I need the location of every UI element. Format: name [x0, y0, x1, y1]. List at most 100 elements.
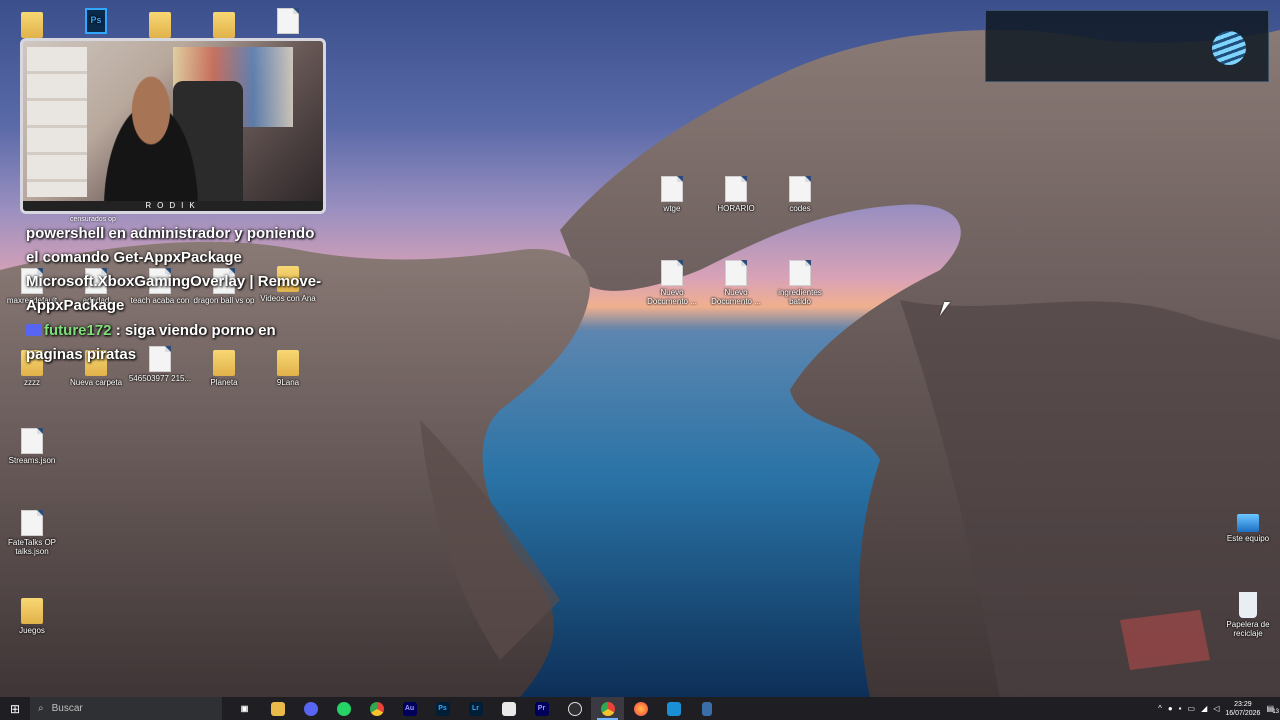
desktop-icon-top-5[interactable] [256, 8, 320, 36]
taskbar-app-chrome-active[interactable] [591, 697, 624, 720]
desktop-icon-label: Streams.json [8, 456, 56, 465]
desktop-icon-label: Planeta [210, 378, 238, 387]
desktop-icon[interactable]: HORARIO [704, 176, 768, 213]
photoshop-icon: Ps [435, 701, 450, 716]
desktop-icon-top-2[interactable]: Ps [64, 8, 128, 36]
desktop-icon-top-4[interactable] [192, 8, 256, 40]
desktop-icon-label: Juegos [19, 626, 45, 635]
computer-icon [1237, 514, 1259, 532]
desktop-icon-label: ingredientes batido [778, 288, 822, 306]
taskbar-app-whatsapp[interactable] [327, 697, 360, 720]
network-icon[interactable]: ◢ [1201, 704, 1207, 713]
taskbar-clock[interactable]: 23:29 16/07/2026 [1225, 700, 1260, 718]
chat-message: future172 : siga viendo porno en paginas… [26, 319, 326, 367]
desktop-icon[interactable]: wtge [640, 176, 704, 213]
webcam-overlay: RODIK [20, 38, 326, 214]
system-tray: ^ ● ▪ ▭ ◢ ◁ 23:29 16/07/2026 ▤ 13 [1158, 697, 1280, 720]
desktop-icon-label: Papelera de reciclaje [1226, 620, 1270, 638]
desktop-icon[interactable]: ingredientes batido [768, 260, 832, 306]
folder-icon [21, 598, 43, 624]
taskbar-app-lightroom[interactable]: Lr [459, 697, 492, 720]
taskbar-app-obs[interactable] [558, 697, 591, 720]
folder-icon [21, 12, 43, 38]
usb-icon[interactable]: ▪ [1179, 704, 1182, 713]
desktop-icon-this-pc[interactable]: Este equipo [1216, 508, 1280, 543]
taskbar-app-chrome[interactable] [360, 697, 393, 720]
photoshop-file-icon: Ps [85, 8, 107, 34]
clock-time: 23:29 [1234, 700, 1252, 708]
stream-widget-panel [985, 10, 1269, 82]
taskbar-app-photoshop[interactable]: Ps [426, 697, 459, 720]
chat-overlay: powershell en administrador y poniendo e… [26, 222, 326, 368]
desktop-icon-top-1[interactable] [0, 8, 64, 40]
document-icon [789, 176, 811, 202]
chevron-up-icon[interactable]: ^ [1158, 704, 1162, 713]
lightroom-icon: Lr [468, 701, 483, 716]
taskbar-app-streamlabs[interactable] [492, 697, 525, 720]
taskbar-apps: ▣ Au Ps Lr Pr [228, 697, 723, 720]
desktop-icon-label: Nueva carpeta [69, 378, 123, 387]
chat-message: powershell en administrador y poniendo e… [26, 222, 326, 318]
file-icon [701, 701, 712, 716]
taskbar-app-firefox[interactable] [624, 697, 657, 720]
desktop-icon[interactable]: codes [768, 176, 832, 213]
desktop-icon-label: Nuevo Documento ... [711, 288, 761, 306]
firefox-icon [633, 701, 648, 716]
windows-logo-icon: ⊞ [9, 701, 21, 716]
desktop-icon-top-3[interactable] [128, 8, 192, 40]
streamlabs-icon [501, 701, 516, 716]
taskbar-app-premiere[interactable]: Pr [525, 697, 558, 720]
battery-icon[interactable]: ▭ [1188, 704, 1196, 713]
globe-logo-icon [1212, 31, 1246, 65]
taskbar: ⊞ ⌕ Buscar ▣ Au Ps Lr Pr ^ ● ▪ ▭ ◢ ◁ 23:… [0, 697, 1280, 720]
folder-icon [149, 12, 171, 38]
webcam-banner: RODIK [23, 201, 323, 211]
desktop-icon-label: HORARIO [717, 204, 755, 213]
webcam-shelf [27, 47, 87, 197]
desktop-icon[interactable]: Juegos [0, 594, 64, 635]
desktop-icon-label: wtge [663, 204, 681, 213]
desktop-icon-label: 546503977 215... [128, 374, 192, 383]
desktop-icon-label: codes [789, 204, 811, 213]
taskbar-app-audition[interactable]: Au [393, 697, 426, 720]
taskbar-app-discord[interactable] [294, 697, 327, 720]
desktop-icon[interactable]: FateTalks OP talks.json [0, 510, 64, 556]
app-icon [666, 701, 681, 716]
chrome-icon [600, 701, 615, 716]
document-icon [725, 260, 747, 286]
chat-message-text: powershell en administrador y poniendo e… [26, 225, 322, 314]
document-icon [725, 176, 747, 202]
desktop-icon-label: zzzz [24, 378, 40, 387]
search-placeholder: Buscar [51, 703, 83, 714]
webcam-streamer [91, 75, 211, 211]
task-view-button[interactable]: ▣ [228, 697, 261, 720]
file-explorer-icon [270, 701, 285, 716]
obs-icon [567, 701, 582, 716]
desktop-icon-label: Este equipo [1226, 534, 1270, 543]
desktop-icon-label: Nuevo Documento ... [647, 288, 697, 306]
desktop-icon[interactable]: Nuevo Documento ... [704, 260, 768, 306]
chrome-icon [369, 701, 384, 716]
taskbar-app-file[interactable] [690, 697, 723, 720]
discord-icon [303, 701, 318, 716]
desktop-icon-label: 9Lana [276, 378, 300, 387]
volume-icon[interactable]: ◁ [1213, 704, 1219, 713]
whatsapp-icon [336, 701, 351, 716]
desktop-icon-recycle-bin[interactable]: Papelera de reciclaje [1216, 592, 1280, 638]
search-icon: ⌕ [38, 703, 44, 714]
folder-icon [213, 12, 235, 38]
taskbar-app-file-explorer[interactable] [261, 697, 294, 720]
taskbar-search[interactable]: ⌕ Buscar [30, 697, 222, 720]
microphone-icon[interactable]: ● [1168, 704, 1173, 713]
clock-date: 16/07/2026 [1225, 709, 1261, 717]
desktop-icon[interactable]: Nuevo Documento ... [640, 260, 704, 306]
chat-username: future172 [44, 322, 112, 339]
document-icon [661, 176, 683, 202]
desktop-icon[interactable]: Streams.json [0, 428, 64, 465]
document-icon [661, 260, 683, 286]
document-icon [277, 8, 299, 34]
taskbar-app-blue[interactable] [657, 697, 690, 720]
notification-icon[interactable]: ▤ 13 [1266, 704, 1279, 715]
start-button[interactable]: ⊞ [0, 697, 30, 720]
json-file-icon [21, 510, 43, 536]
